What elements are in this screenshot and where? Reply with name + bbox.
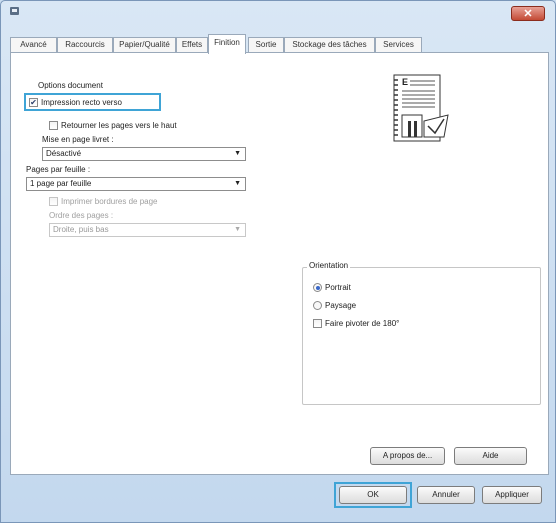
landscape-label[interactable]: Paysage — [325, 301, 356, 310]
portrait-label[interactable]: Portrait — [325, 283, 351, 292]
rotate-180-checkbox[interactable] — [313, 319, 322, 328]
tab-finition[interactable]: Finition — [208, 34, 246, 54]
print-dialog-window: ✕ Avancé Raccourcis Papier/Qualité Effet… — [0, 0, 556, 523]
printer-icon — [10, 7, 19, 15]
landscape-radio[interactable] — [313, 301, 322, 310]
tab-services[interactable]: Services — [375, 37, 422, 53]
orientation-title: Orientation — [307, 261, 351, 270]
help-button[interactable]: Aide — [454, 447, 527, 465]
document-options-group — [25, 87, 250, 409]
tab-stockage-des-taches[interactable]: Stockage des tâches — [284, 37, 375, 53]
title-bar: ✕ — [1, 1, 555, 23]
about-button[interactable]: A propos de... — [370, 447, 445, 465]
cancel-button[interactable]: Annuler — [417, 486, 475, 504]
close-button[interactable]: ✕ — [511, 6, 545, 21]
portrait-radio[interactable] — [313, 283, 322, 292]
tab-effets[interactable]: Effets — [176, 37, 208, 53]
booklet-preview-icon: E — [393, 74, 449, 142]
tab-papier-qualite[interactable]: Papier/Qualité — [113, 37, 176, 53]
tab-raccourcis[interactable]: Raccourcis — [57, 37, 113, 53]
ok-button[interactable]: OK — [339, 486, 407, 504]
tab-sortie[interactable]: Sortie — [248, 37, 284, 53]
finishing-panel: Options document ✔ Impression recto vers… — [10, 52, 549, 475]
svg-text:E: E — [402, 77, 408, 87]
tab-avance[interactable]: Avancé — [10, 37, 57, 53]
rotate-180-label[interactable]: Faire pivoter de 180° — [325, 319, 399, 328]
apply-button[interactable]: Appliquer — [482, 486, 542, 504]
